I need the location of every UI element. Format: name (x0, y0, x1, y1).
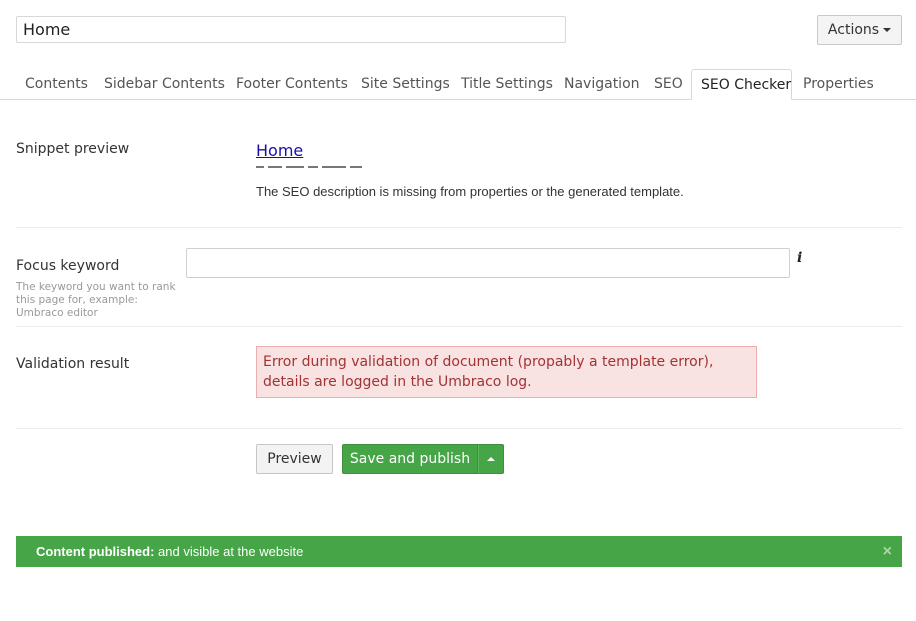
notification-text: and visible at the website (154, 544, 304, 559)
validation-error-message: Error during validation of document (pro… (256, 346, 757, 398)
tab-footer-contents[interactable]: Footer Contents (236, 69, 348, 100)
tab-contents[interactable]: Contents (25, 69, 88, 100)
tab-seo[interactable]: SEO (654, 69, 683, 100)
preview-button[interactable]: Preview (256, 444, 333, 474)
chevron-up-icon (487, 457, 495, 461)
page-name-input[interactable] (16, 16, 566, 43)
tab-title-settings[interactable]: Title Settings (461, 69, 553, 100)
save-options-toggle[interactable] (478, 444, 504, 474)
success-notification: Content published: and visible at the we… (16, 536, 902, 567)
focus-keyword-label: Focus keyword (16, 258, 120, 274)
tab-navigation[interactable]: Navigation (564, 69, 640, 100)
snippet-url (256, 166, 376, 172)
tab-seo-checker[interactable]: SEO Checker (691, 69, 792, 100)
divider (16, 326, 902, 327)
focus-keyword-hint: The keyword you want to rank this page f… (16, 281, 176, 319)
snippet-preview-label: Snippet preview (16, 141, 130, 157)
actions-button[interactable]: Actions (817, 15, 902, 45)
tab-properties[interactable]: Properties (803, 69, 874, 100)
validation-result-label: Validation result (16, 356, 130, 372)
tab-bar: Contents Sidebar Contents Footer Content… (0, 69, 916, 100)
chevron-down-icon (883, 28, 892, 32)
snippet-description: The SEO description is missing from prop… (256, 184, 684, 199)
actions-button-label: Actions (827, 22, 880, 38)
tab-site-settings[interactable]: Site Settings (361, 69, 450, 100)
tab-sidebar-contents[interactable]: Sidebar Contents (104, 69, 225, 100)
save-and-publish-button[interactable]: Save and publish (342, 444, 478, 474)
notification-strong: Content published: (36, 544, 155, 559)
close-icon[interactable]: × (883, 536, 892, 567)
info-icon[interactable]: i (797, 250, 802, 266)
divider (16, 428, 902, 429)
focus-keyword-input[interactable] (186, 248, 790, 278)
snippet-title-link[interactable]: Home (256, 141, 303, 160)
divider (16, 227, 902, 228)
